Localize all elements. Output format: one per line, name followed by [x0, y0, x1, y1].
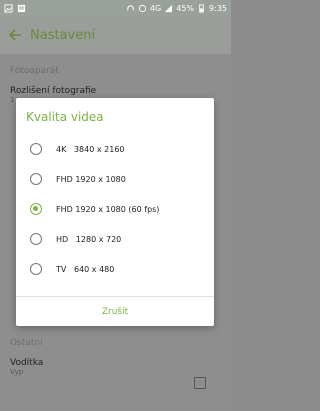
- option-hd[interactable]: HD 1280 x 720: [16, 224, 214, 254]
- back-arrow-icon[interactable]: [0, 16, 30, 54]
- radio-button[interactable]: [30, 233, 42, 245]
- signal-icon: [165, 4, 173, 12]
- option-4k[interactable]: 4K 3840 x 2160: [16, 134, 214, 164]
- clock: 9:35: [209, 3, 227, 13]
- option-label: TV 640 x 480: [56, 264, 115, 274]
- section-other: Ostatní: [10, 338, 43, 348]
- dialog-title: Kvalita videa: [26, 110, 104, 124]
- section-photo: Fotoaparát: [10, 66, 59, 76]
- option-tv[interactable]: TV 640 x 480: [16, 254, 214, 284]
- gallery-icon: [4, 3, 13, 13]
- video-quality-dialog: Kvalita videa 4K 3840 x 2160 FHD 1920 x …: [16, 98, 214, 326]
- guides-checkbox[interactable]: [194, 377, 206, 389]
- setting-guides-name: Vodítka: [10, 358, 44, 368]
- setting-guides-sub: Vyp: [10, 368, 24, 376]
- option-label: HD 1280 x 720: [56, 234, 122, 244]
- battery-icon: [199, 3, 204, 13]
- radio-button-selected[interactable]: [30, 203, 42, 215]
- app-bar: Nastavení: [0, 16, 231, 54]
- radio-button[interactable]: [30, 143, 42, 155]
- radio-button[interactable]: [30, 263, 42, 275]
- option-fhd-60fps[interactable]: FHD 1920 x 1080 (60 fps): [16, 194, 214, 224]
- option-label: 4K 3840 x 2160: [56, 144, 125, 154]
- network-type: 4G: [149, 3, 162, 13]
- battery-percent: 45%: [176, 3, 195, 13]
- headphones-icon: [127, 4, 134, 10]
- cancel-button[interactable]: Zrušit: [16, 297, 214, 326]
- page-title: Nastavení: [30, 27, 96, 43]
- option-label: FHD 1920 x 1080 (60 fps): [56, 204, 160, 214]
- status-bar: 4G 45% 9:35: [0, 0, 231, 16]
- radio-button[interactable]: [30, 173, 42, 185]
- message-icon: [17, 4, 26, 12]
- option-fhd[interactable]: FHD 1920 x 1080: [16, 164, 214, 194]
- setting-resolution-name: Rozlišení fotografie: [10, 86, 97, 96]
- sync-icon: [138, 4, 147, 12]
- option-label: FHD 1920 x 1080: [56, 174, 126, 184]
